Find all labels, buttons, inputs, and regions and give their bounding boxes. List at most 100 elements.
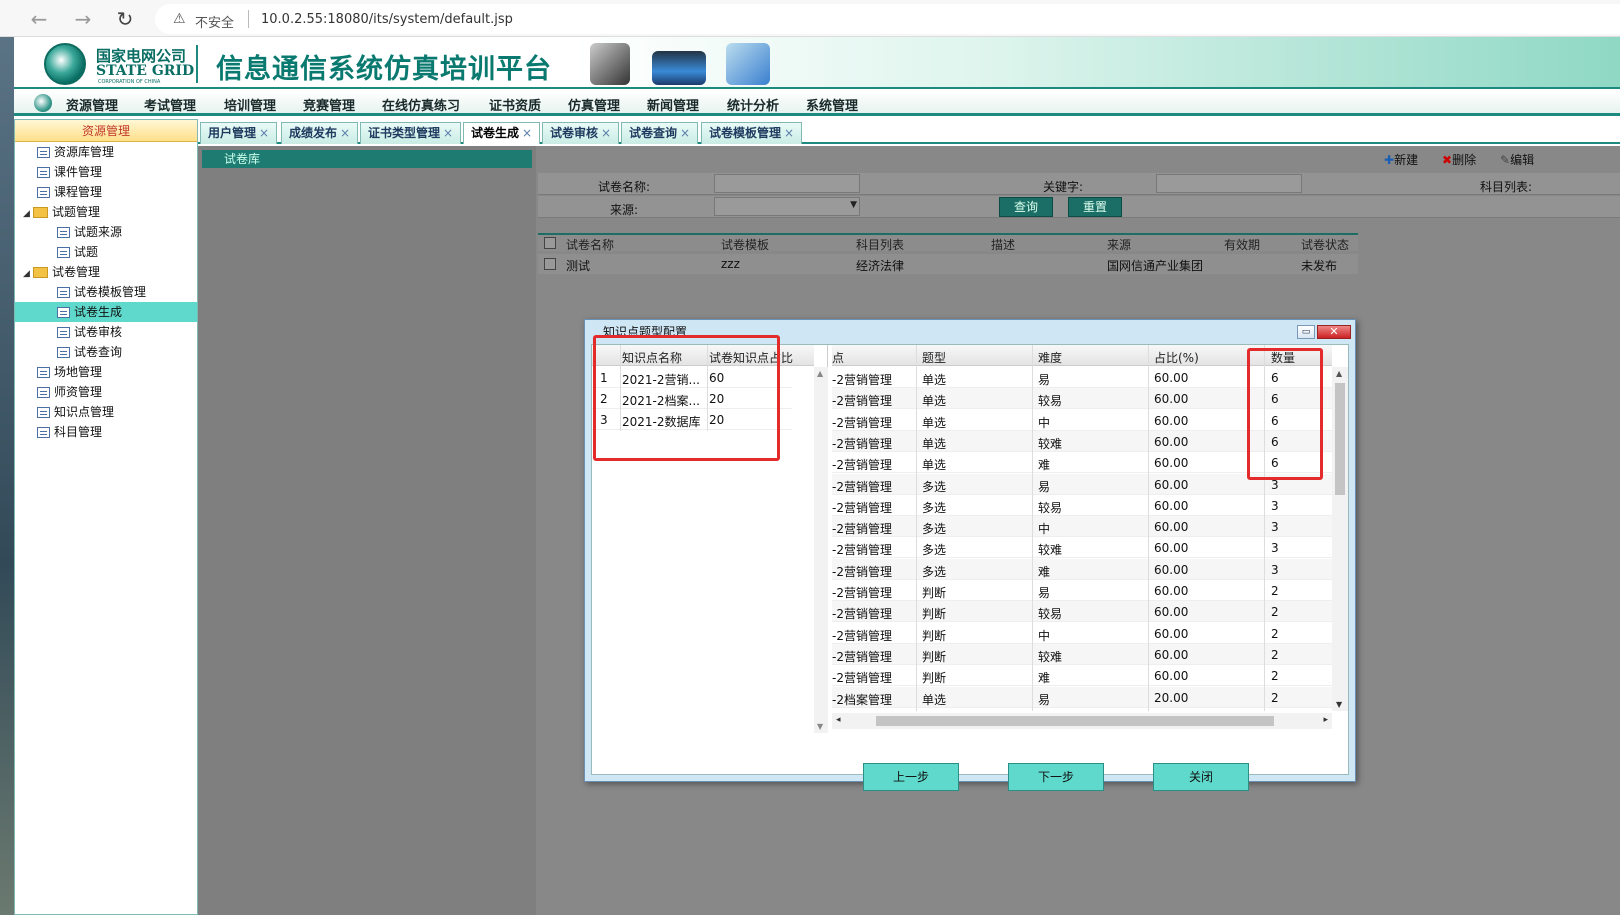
expand-arrow-icon[interactable]: ◢ xyxy=(23,204,33,224)
expand-arrow-icon[interactable]: ◢ xyxy=(23,264,33,284)
table-row[interactable]: -2营销管理 判断 难 60.00 2 xyxy=(832,665,1332,687)
address-bar[interactable]: ⚠ 不安全 10.0.2.55:18080/its/system/default… xyxy=(155,4,1620,34)
column-header[interactable]: 题型 xyxy=(922,349,946,366)
menu-item-8[interactable]: 统计分析 xyxy=(727,95,779,114)
table-row[interactable]: -2营销管理 判断 易 60.00 2 xyxy=(832,580,1332,601)
column-header[interactable]: 点 xyxy=(832,349,844,366)
column-header[interactable]: 试卷名称 xyxy=(566,236,614,253)
paper-name-input[interactable] xyxy=(714,174,860,193)
nav-item[interactable]: ◢ 试卷管理 xyxy=(15,262,197,282)
column-header[interactable]: 难度 xyxy=(1038,349,1062,366)
scroll-left-icon[interactable]: ◂ xyxy=(836,715,841,725)
tab-4[interactable]: 试卷审核 × xyxy=(542,122,620,144)
close-icon[interactable]: × xyxy=(784,126,794,140)
reload-icon[interactable]: ↻ xyxy=(112,6,138,32)
close-button[interactable]: 关闭 xyxy=(1153,763,1249,791)
column-header[interactable]: 科目列表 xyxy=(856,236,904,253)
menu-item-2[interactable]: 培训管理 xyxy=(224,95,276,114)
new-button[interactable]: ✚新建 xyxy=(1384,151,1418,168)
right-horizontal-scrollbar[interactable]: ◂ ▸ xyxy=(832,713,1332,729)
scroll-down-icon[interactable]: ▼ xyxy=(1336,700,1342,709)
forward-icon[interactable]: → xyxy=(70,6,96,32)
table-row[interactable]: -2营销管理 多选 难 60.00 3 xyxy=(832,558,1332,580)
column-header[interactable]: 来源 xyxy=(1107,236,1131,253)
select-all-checkbox[interactable] xyxy=(544,237,556,249)
nav-item[interactable]: 资源库管理 xyxy=(15,142,197,162)
column-header[interactable]: 描述 xyxy=(991,236,1015,253)
table-row[interactable]: 测试 zzz 经济法律 国网信通产业集团 未发布 xyxy=(538,254,1358,274)
nav-item[interactable]: 试卷模板管理 xyxy=(15,282,197,302)
scroll-up-icon[interactable]: ▲ xyxy=(817,369,823,378)
keyword-input[interactable] xyxy=(1156,174,1302,193)
table-row[interactable]: -2营销管理 判断 较易 60.00 2 xyxy=(832,601,1332,623)
column-header[interactable]: 占比(%) xyxy=(1154,349,1199,366)
column-header[interactable]: 试卷模板 xyxy=(721,236,769,253)
table-row[interactable]: -2营销管理 多选 较难 60.00 3 xyxy=(832,537,1332,559)
reset-button[interactable]: 重置 xyxy=(1068,197,1122,217)
close-icon[interactable]: × xyxy=(340,126,350,140)
table-row[interactable]: -2营销管理 判断 较难 60.00 2 xyxy=(832,643,1332,665)
delete-button[interactable]: ✖删除 xyxy=(1442,151,1476,168)
menu-item-3[interactable]: 竞赛管理 xyxy=(303,95,355,114)
table-row[interactable]: -2营销管理 多选 中 60.00 3 xyxy=(832,516,1332,538)
nav-item[interactable]: 课件管理 xyxy=(15,162,197,182)
nav-item[interactable]: 课程管理 xyxy=(15,182,197,202)
previous-step-button[interactable]: 上一步 xyxy=(863,763,959,791)
nav-item[interactable]: 试卷查询 xyxy=(15,342,197,362)
menu-item-6[interactable]: 仿真管理 xyxy=(568,95,620,114)
scroll-up-icon[interactable]: ▲ xyxy=(1336,369,1342,378)
nav-item[interactable]: ◢ 试题管理 xyxy=(15,202,197,222)
maximize-icon[interactable]: ▭ xyxy=(1297,325,1315,339)
table-cell: 60.00 xyxy=(1154,371,1189,385)
menu-item-1[interactable]: 考试管理 xyxy=(144,95,196,114)
nav-item-label: 课程管理 xyxy=(54,185,103,199)
right-vertical-scrollbar[interactable]: ▲ ▼ xyxy=(1332,367,1348,711)
nav-item[interactable]: 试卷审核 xyxy=(15,322,197,342)
scroll-thumb[interactable] xyxy=(1335,383,1345,495)
tab-2[interactable]: 证书类型管理 × xyxy=(360,122,462,144)
close-icon[interactable]: × xyxy=(522,126,532,140)
tab-5[interactable]: 试卷查询 × xyxy=(621,122,699,144)
back-icon[interactable]: ← xyxy=(26,6,52,32)
edit-button[interactable]: ✎编辑 xyxy=(1500,151,1534,168)
left-scrollbar[interactable]: ▲ ▼ xyxy=(814,367,828,733)
tab-3[interactable]: 试卷生成 × xyxy=(463,122,541,144)
query-button[interactable]: 查询 xyxy=(999,197,1053,217)
table-cell: 60.00 xyxy=(1154,605,1189,620)
nav-item[interactable]: 科目管理 xyxy=(15,422,197,442)
table-cell: 2 xyxy=(1271,690,1279,705)
scroll-down-icon[interactable]: ▼ xyxy=(817,722,823,731)
nav-item[interactable]: 知识点管理 xyxy=(15,402,197,422)
tree-root-paper-library[interactable]: 试卷库 xyxy=(202,150,532,168)
menu-item-0[interactable]: 资源管理 xyxy=(66,95,118,114)
table-cell: 60.00 xyxy=(1154,392,1189,407)
table-row[interactable]: -2档案管理 单选 易 20.00 2 xyxy=(832,686,1332,708)
nav-item[interactable]: 试题来源 xyxy=(15,222,197,242)
table-row[interactable]: -2营销管理 多选 较易 60.00 3 xyxy=(832,494,1332,516)
column-header[interactable]: 试卷状态 xyxy=(1301,236,1349,253)
column-header[interactable]: 有效期 xyxy=(1224,236,1260,253)
row-checkbox[interactable] xyxy=(544,258,556,270)
scroll-right-icon[interactable]: ▸ xyxy=(1323,715,1328,725)
source-select[interactable]: ▼ xyxy=(714,197,860,216)
next-step-button[interactable]: 下一步 xyxy=(1008,763,1104,791)
menu-item-4[interactable]: 在线仿真练习 xyxy=(382,95,460,114)
tab-6[interactable]: 试卷模板管理 × xyxy=(701,122,803,144)
close-icon[interactable]: × xyxy=(443,126,453,140)
close-icon[interactable]: × xyxy=(680,126,690,140)
nav-item[interactable]: 场地管理 xyxy=(15,362,197,382)
close-icon[interactable]: × xyxy=(601,126,611,140)
table-row[interactable]: -2营销管理 判断 中 60.00 2 xyxy=(832,622,1332,644)
menu-item-9[interactable]: 系统管理 xyxy=(806,95,858,114)
nav-item[interactable]: 师资管理 xyxy=(15,382,197,402)
close-icon[interactable]: ✕ xyxy=(1317,325,1351,339)
menu-item-7[interactable]: 新闻管理 xyxy=(647,95,699,114)
tab-0[interactable]: 用户管理 × xyxy=(200,122,278,144)
scroll-thumb[interactable] xyxy=(876,716,1274,726)
url-text[interactable]: 10.0.2.55:18080/its/system/default.jsp xyxy=(261,12,513,27)
nav-item[interactable]: 试卷生成 xyxy=(15,302,197,322)
tab-1[interactable]: 成绩发布 × xyxy=(281,122,359,144)
menu-item-5[interactable]: 证书资质 xyxy=(489,95,541,114)
nav-item[interactable]: 试题 xyxy=(15,242,197,262)
close-icon[interactable]: × xyxy=(259,126,269,140)
